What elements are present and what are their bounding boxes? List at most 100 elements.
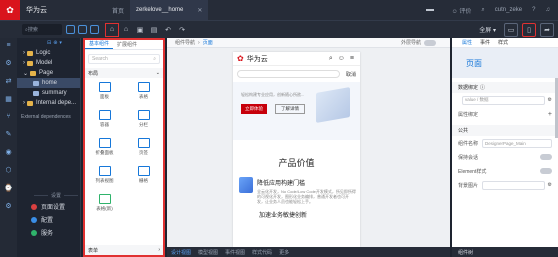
refresh-icon[interactable]	[90, 25, 99, 34]
tree-item-model[interactable]: › Model	[17, 58, 80, 68]
tab-extended-components[interactable]: 扩展组件	[113, 41, 141, 49]
toggle-switch[interactable]	[424, 39, 436, 46]
component-panel-item[interactable]: 面板	[85, 82, 124, 106]
tree-item-summary[interactable]: summary	[17, 88, 80, 98]
group-form[interactable]: 表单 ›	[85, 245, 163, 255]
new-file-icon[interactable]	[66, 25, 75, 34]
expand-icon[interactable]: ›	[23, 50, 25, 56]
tab-zerkelove-home[interactable]: zerkelove__home ✕	[130, 0, 209, 20]
tab-events[interactable]: 事件	[480, 39, 490, 46]
publish-button[interactable]: ➦	[540, 22, 554, 37]
tree-item-home[interactable]: home	[17, 78, 80, 88]
rating-link[interactable]: ☺ 评价	[452, 6, 472, 15]
tab-properties[interactable]: 属性	[462, 39, 472, 46]
user-icon[interactable]: ☺	[338, 55, 345, 63]
component-columns-item[interactable]: 分栏	[124, 110, 163, 134]
mobile-view-button[interactable]: ▯	[522, 22, 536, 37]
debug-icon[interactable]: ◉	[5, 148, 11, 156]
menu-icon[interactable]: ≡	[350, 55, 354, 63]
component-tree-footer[interactable]: 组件树	[452, 247, 558, 257]
divider	[64, 194, 79, 196]
tree-item-logic[interactable]: › Logic	[17, 48, 80, 58]
undo-button[interactable]: ↶	[161, 23, 175, 37]
api-icon[interactable]: ⚙	[5, 59, 11, 67]
user-name[interactable]: cutn_zeke	[495, 7, 522, 13]
tab-event-view[interactable]: 事件视图	[225, 249, 245, 256]
redo-button[interactable]: ↷	[175, 23, 189, 37]
tree-item-page[interactable]: ⌄ Page	[17, 68, 80, 78]
banner-primary-button[interactable]: 立即体验	[241, 104, 267, 114]
background-input[interactable]	[482, 180, 545, 190]
component-newtable-item[interactable]: 表格(新)	[85, 194, 124, 218]
section-title: 产品价值	[278, 158, 315, 168]
collapse-arrow-icon[interactable]: ⌄	[23, 70, 28, 77]
preview-cancel[interactable]: 取消	[346, 71, 356, 78]
search-icon[interactable]: ⌕	[329, 55, 333, 63]
lock-button[interactable]: ⌂	[105, 22, 119, 37]
minimize-icon[interactable]	[425, 9, 434, 11]
settings-icon[interactable]: ⚙	[548, 182, 552, 188]
tab-home[interactable]: 首页	[106, 0, 130, 20]
tab-more[interactable]: 更多	[279, 249, 289, 256]
field-label: Element样式	[458, 168, 487, 175]
divider	[34, 194, 48, 196]
banner-secondary-button[interactable]: 了解详情	[275, 104, 305, 114]
service-item[interactable]: 服务	[17, 226, 81, 239]
expand-icon[interactable]: ›	[23, 100, 25, 106]
component-table-item[interactable]: 表格	[124, 82, 163, 106]
config-item[interactable]: 配置	[17, 213, 81, 226]
save-button[interactable]: ▣	[133, 23, 147, 37]
component-search-input[interactable]: Search ⌕	[88, 54, 160, 64]
settings-icon[interactable]: ⚙	[5, 202, 11, 210]
mobile-preview[interactable]: ✿ 华为云 ⌕ ☺ ≡ 取消 轻松构建专业应用，创新随心所欲... 立即体验 了…	[233, 52, 360, 247]
new-folder-icon[interactable]	[78, 25, 87, 34]
tab-design-view[interactable]: 设计视图	[171, 249, 191, 256]
external-dependences[interactable]: External dependences	[17, 114, 80, 121]
value-binding-input[interactable]: value / 数据	[462, 95, 545, 105]
search-icon[interactable]: ⌕	[481, 7, 484, 14]
monitor-icon[interactable]: ⌚	[4, 184, 13, 192]
preview-button[interactable]: ▭	[504, 22, 518, 37]
unlock-button[interactable]: ⌂	[119, 23, 133, 37]
breadcrumb-page[interactable]: 页面	[203, 39, 213, 46]
test-icon[interactable]: ✎	[6, 130, 12, 138]
help-icon[interactable]: ?	[532, 7, 535, 13]
group-layout[interactable]: 布局 ⌄	[85, 68, 163, 78]
explorer-icon[interactable]: ≡	[6, 42, 10, 49]
settings-icon[interactable]: ⚙	[548, 97, 552, 103]
outline-toggle[interactable]: 外层导航	[401, 39, 436, 46]
add-icon[interactable]: ⊕	[53, 40, 57, 46]
fullscreen-dropdown[interactable]: 全屏 ▾	[479, 25, 496, 34]
tab-style-code[interactable]: 样式代码	[252, 249, 272, 256]
bell-icon[interactable]: ♫	[546, 7, 551, 13]
expand-icon[interactable]: ›	[23, 60, 25, 66]
collapse-icon[interactable]: ⊟	[47, 40, 51, 46]
data-binding-section[interactable]: 数据绑定 ⓘ	[452, 82, 558, 93]
deploy-icon[interactable]: ⬡	[5, 166, 11, 174]
preview-search-input[interactable]	[237, 70, 340, 78]
element-style-toggle[interactable]	[540, 168, 552, 174]
tab-model-view[interactable]: 模型视图	[198, 249, 218, 256]
component-container-item[interactable]: 容器	[85, 110, 124, 134]
save-as-button[interactable]: ▤	[147, 23, 161, 37]
tab-basic-components[interactable]: 基本组件	[85, 40, 114, 49]
component-tabs-item[interactable]: 页签	[124, 138, 163, 162]
add-icon[interactable]: +	[548, 111, 552, 118]
breadcrumb-root[interactable]: 组件导航	[175, 39, 195, 46]
component-collapse-item[interactable]: 折叠面板	[85, 138, 124, 162]
flow-icon[interactable]: ⇄	[6, 77, 12, 85]
git-icon[interactable]: ⑂	[6, 113, 10, 120]
tree-item-internal[interactable]: › Internal depe...	[17, 98, 80, 108]
search-input[interactable]: ⌕ 搜索	[22, 24, 62, 35]
data-icon[interactable]: ▦	[5, 95, 12, 103]
common-section[interactable]: 公共	[452, 125, 558, 136]
page-settings-item[interactable]: 页面设置	[17, 200, 81, 213]
close-tab-icon[interactable]: ✕	[197, 7, 202, 14]
filter-icon[interactable]: ▾	[59, 40, 62, 46]
keep-alive-toggle[interactable]	[540, 154, 552, 160]
component-name-input[interactable]: DesignerPage_Main	[482, 138, 552, 148]
tab-styles[interactable]: 样式	[498, 39, 508, 46]
component-listview-item[interactable]: 列表视图	[85, 166, 124, 190]
component-grid-item[interactable]: 栅格	[124, 166, 163, 190]
value-binding-row: value / 数据 ⚙	[452, 93, 558, 107]
